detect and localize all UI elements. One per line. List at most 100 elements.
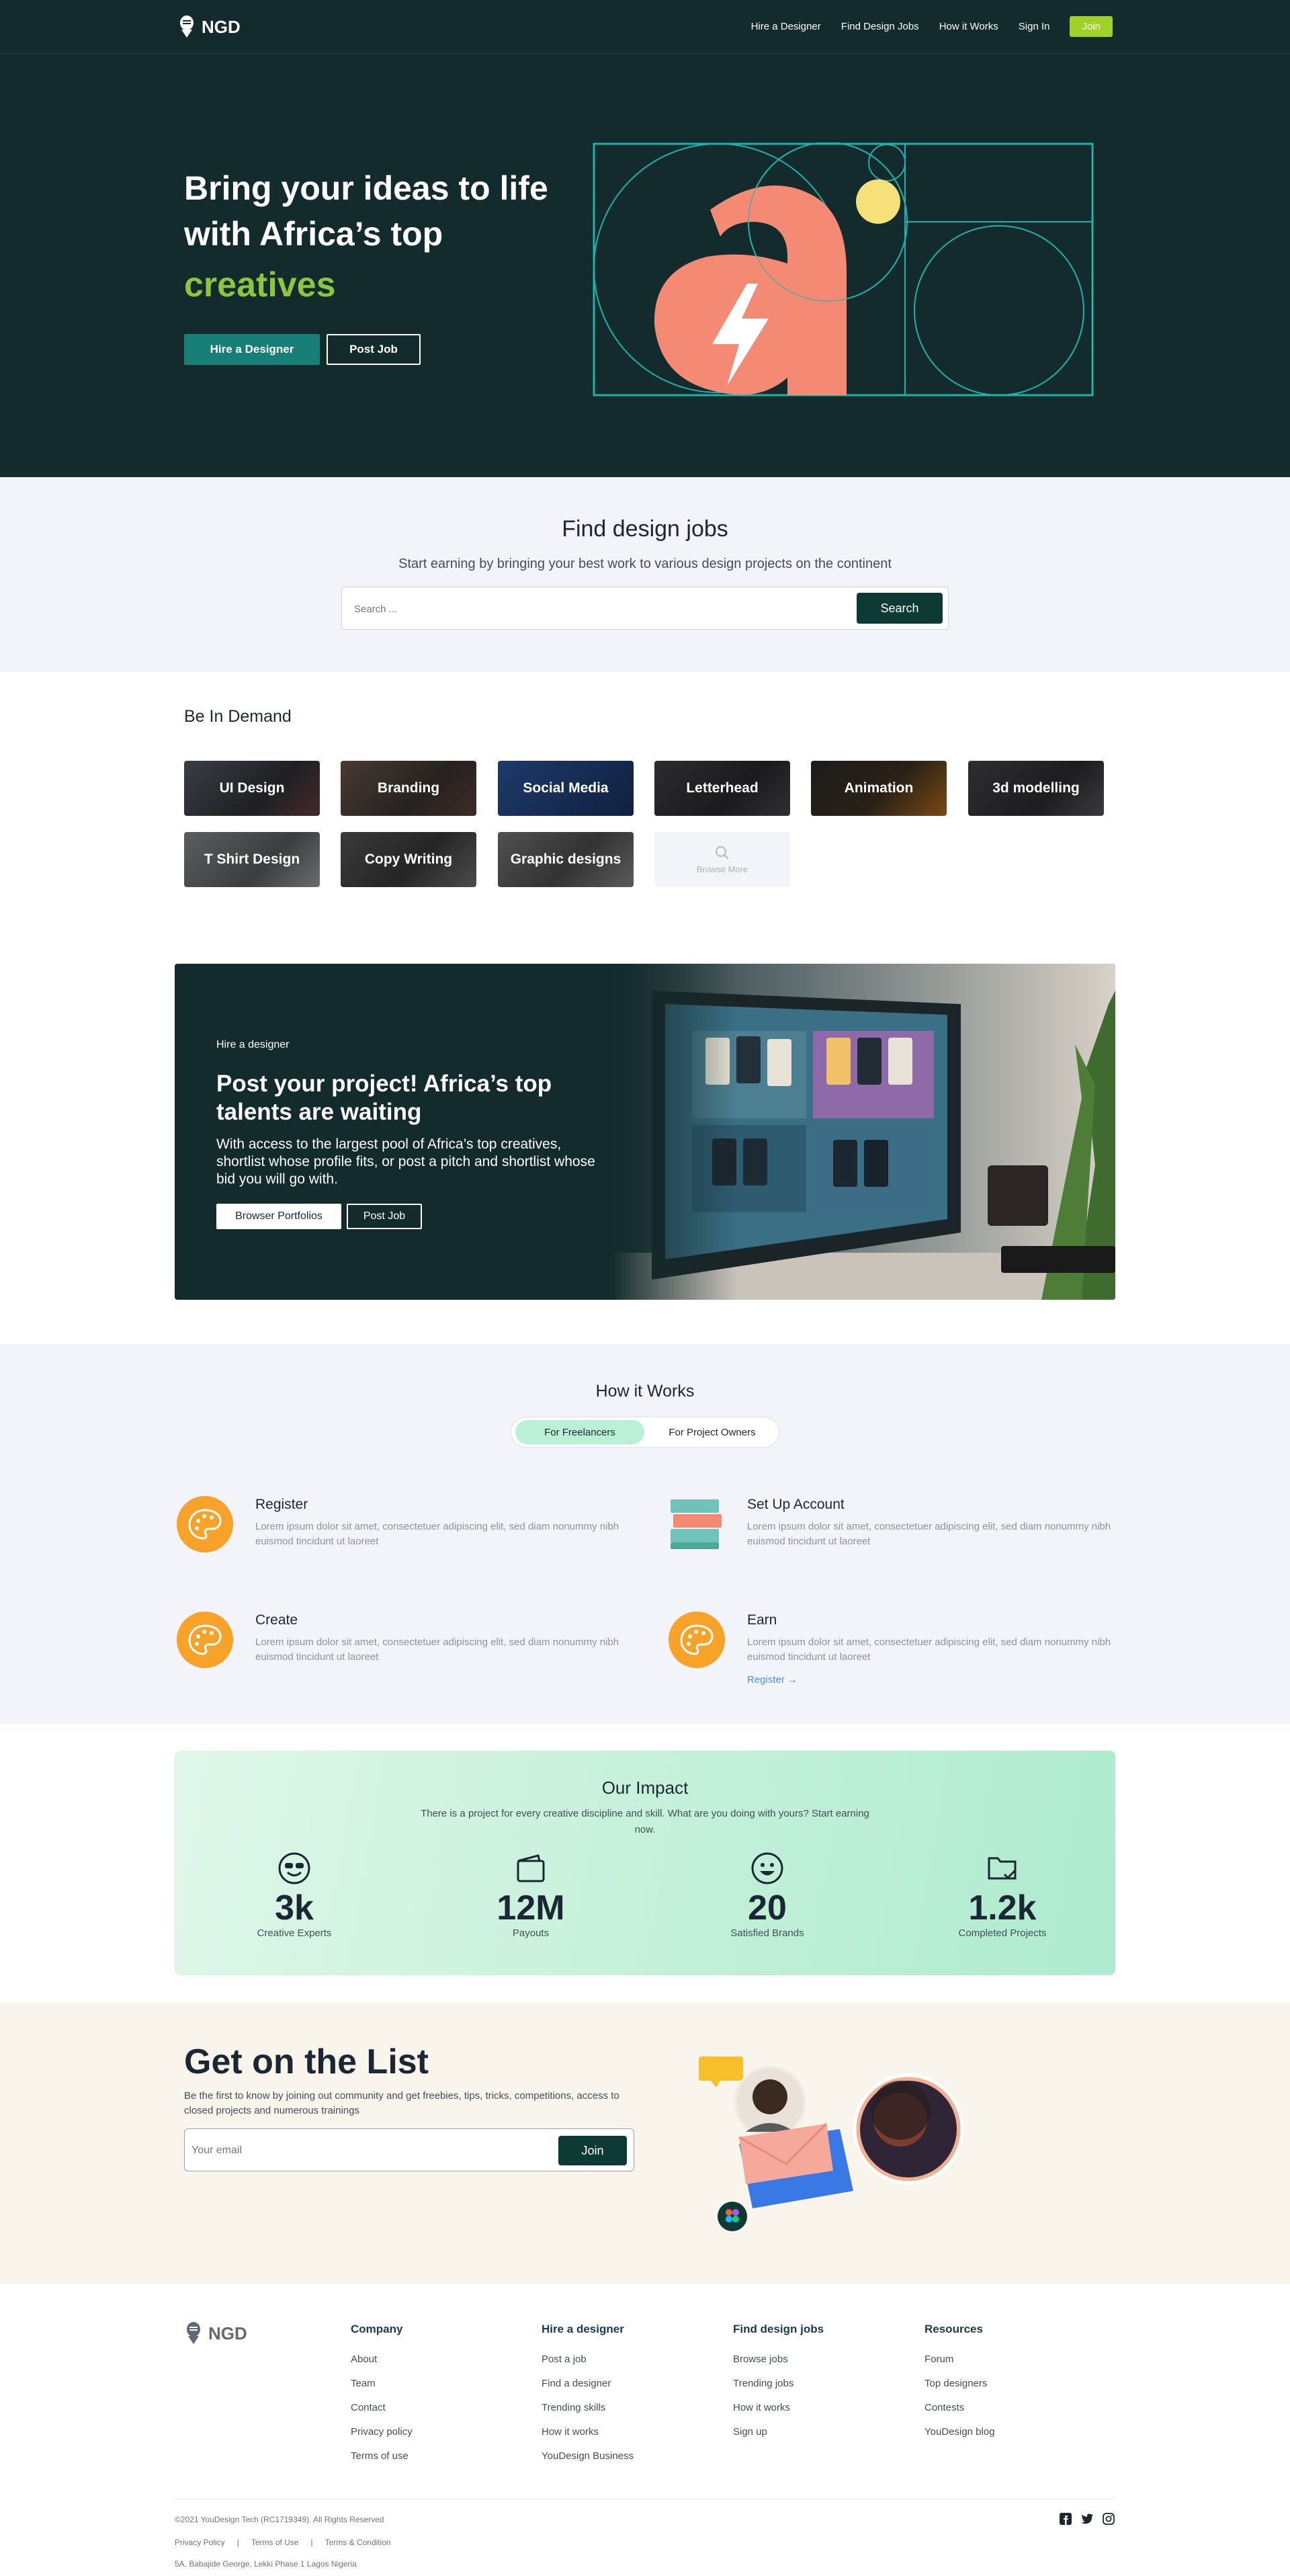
- step-title: Earn: [747, 1612, 777, 1628]
- folder-check-icon: [988, 1857, 1017, 1880]
- footer-link-how-it-works[interactable]: How it works: [542, 2426, 634, 2438]
- newsletter-join-button[interactable]: Join: [558, 2136, 627, 2165]
- instagram-icon[interactable]: [1102, 2512, 1115, 2526]
- footer-link-forum[interactable]: Forum: [924, 2354, 995, 2365]
- search-button[interactable]: Search: [857, 593, 943, 624]
- newsletter-title: Get on the List: [184, 2042, 429, 2081]
- category-3d-modelling[interactable]: 3d modelling: [968, 761, 1104, 816]
- tab-for-project-owners[interactable]: For Project Owners: [650, 1420, 775, 1444]
- footer-link-how-it-works-jobs[interactable]: How it works: [733, 2402, 824, 2413]
- step-title: Set Up Account: [747, 1497, 845, 1512]
- impact-section: Our Impact There is a project for every …: [0, 1724, 1290, 2003]
- footer-link-trending-skills[interactable]: Trending skills: [542, 2402, 634, 2413]
- nav-how-it-works[interactable]: How it Works: [939, 21, 998, 32]
- footer-link-youdesign-business[interactable]: YouDesign Business: [542, 2450, 634, 2462]
- category-animation[interactable]: Animation: [811, 761, 947, 816]
- footer-link-trending-jobs[interactable]: Trending jobs: [733, 2378, 824, 2389]
- search-box: Search: [341, 587, 949, 630]
- nav-hire-designer[interactable]: Hire a Designer: [751, 21, 821, 32]
- nav-sign-in[interactable]: Sign In: [1019, 21, 1050, 32]
- sunglasses-smiley-icon: [278, 1852, 310, 1884]
- monitor-photo: [611, 964, 1115, 1300]
- stat-label: Payouts: [512, 1927, 550, 1939]
- mic-logo-icon: [187, 2322, 200, 2344]
- palette-icon: [177, 1612, 233, 1668]
- footer-link-about[interactable]: About: [351, 2354, 413, 2365]
- footer-legal-links: Privacy Policy | Terms of Use | Terms & …: [175, 2538, 391, 2547]
- nav-find-design-jobs[interactable]: Find Design Jobs: [841, 21, 919, 32]
- facebook-icon[interactable]: [1059, 2512, 1072, 2526]
- twitter-icon[interactable]: [1080, 2512, 1094, 2526]
- step-text: Lorem ipsum dolor sit amet, consectetuer…: [255, 1521, 619, 1547]
- hire-description: With access to the largest pool of Afric…: [216, 1136, 595, 1187]
- category-social-media[interactable]: Social Media: [498, 761, 634, 816]
- stat-value: 3k: [275, 1888, 314, 1927]
- how-it-works-section: How it Works For Freelancers For Project…: [0, 1344, 1290, 1724]
- audience-toggle: For Freelancers For Project Owners: [511, 1417, 779, 1448]
- stat-label: Completed Projects: [958, 1927, 1047, 1939]
- browse-more-label: Browse More: [696, 864, 748, 874]
- footer-col-title: Resources: [924, 2323, 983, 2335]
- terms-condition-link[interactable]: Terms & Condition: [325, 2538, 391, 2547]
- demand-title: Be In Demand: [184, 707, 292, 726]
- privacy-policy-link[interactable]: Privacy Policy: [175, 2538, 225, 2547]
- category-branding[interactable]: Branding: [341, 761, 476, 816]
- hire-post-job-button[interactable]: Post Job: [347, 1204, 422, 1229]
- footer: NGD Company About Team Contact Privacy p…: [0, 2284, 1290, 2576]
- top-nav: NGD Hire a Designer Find Design Jobs How…: [0, 0, 1290, 54]
- footer-copyright: ©2021 YouDesign Tech (RC1719349). All Ri…: [175, 2515, 384, 2524]
- step-title: Register: [255, 1497, 308, 1512]
- step-text: Lorem ipsum dolor sit amet, consectetuer…: [747, 1636, 1111, 1663]
- logo[interactable]: NGD: [177, 15, 241, 39]
- footer-link-top-designers[interactable]: Top designers: [924, 2378, 995, 2389]
- footer-link-contact[interactable]: Contact: [351, 2402, 413, 2413]
- footer-link-post-job[interactable]: Post a job: [542, 2354, 634, 2365]
- search-input[interactable]: [354, 599, 824, 618]
- footer-link-blog[interactable]: YouDesign blog: [924, 2426, 995, 2438]
- email-input[interactable]: [191, 2141, 541, 2160]
- stat-label: Creative Experts: [257, 1927, 332, 1939]
- legal-separator: |: [236, 2538, 239, 2547]
- step-register: Register Lorem ipsum dolor sit amet, con…: [176, 1495, 619, 1569]
- stat-satisfied-brands: 20 Satisfied Brands: [693, 1852, 841, 1939]
- impact-card: Our Impact There is a project for every …: [175, 1751, 1115, 1975]
- footer-col-title: Find design jobs: [733, 2323, 824, 2335]
- browse-portfolios-button[interactable]: Browser Portfolios: [216, 1204, 341, 1229]
- browse-more-tile[interactable]: Browse More: [654, 832, 790, 887]
- hero-illustration: [593, 142, 1094, 397]
- tab-for-freelancers[interactable]: For Freelancers: [515, 1420, 644, 1444]
- stat-value: 20: [748, 1888, 787, 1927]
- category-ui-design[interactable]: UI Design: [184, 761, 320, 816]
- footer-link-find-designer[interactable]: Find a designer: [542, 2378, 634, 2389]
- category-graphic-designs[interactable]: Graphic designs: [498, 832, 634, 887]
- footer-address: 5A, Babajide George, Lekki Phase 1 Lagos…: [175, 2559, 357, 2569]
- footer-link-sign-up[interactable]: Sign up: [733, 2426, 824, 2438]
- hire-banner: Hire a designer Post your project! Afric…: [175, 964, 1115, 1300]
- footer-link-browse-jobs[interactable]: Browse jobs: [733, 2354, 824, 2365]
- legal-separator: |: [310, 2538, 313, 2547]
- footer-link-team[interactable]: Team: [351, 2378, 413, 2389]
- footer-link-contests[interactable]: Contests: [924, 2402, 995, 2413]
- category-t-shirt-design[interactable]: T Shirt Design: [184, 832, 320, 887]
- step-earn: Earn Lorem ipsum dolor sit amet, consect…: [668, 1611, 1111, 1692]
- stat-payouts: 12M Payouts: [457, 1852, 605, 1939]
- how-title: How it Works: [595, 1382, 695, 1401]
- newsletter-text: Be the first to know by joining out comm…: [184, 2090, 619, 2116]
- footer-link-privacy[interactable]: Privacy policy: [351, 2426, 413, 2438]
- footer-logo[interactable]: NGD: [184, 2321, 247, 2345]
- register-link[interactable]: Register →: [747, 1674, 798, 1686]
- hero-accent: creatives: [184, 265, 336, 304]
- search-icon: [715, 845, 729, 860]
- terms-of-use-link[interactable]: Terms of Use: [251, 2538, 299, 2547]
- stat-label: Satisfied Brands: [730, 1927, 804, 1939]
- footer-col-title: Company: [351, 2323, 403, 2335]
- logo-text: NGD: [202, 16, 241, 37]
- category-copy-writing[interactable]: Copy Writing: [341, 832, 476, 887]
- category-letterhead[interactable]: Letterhead: [654, 761, 790, 816]
- be-in-demand-section: Be In Demand UI Design Branding Social M…: [0, 672, 1290, 948]
- footer-link-terms[interactable]: Terms of use: [351, 2450, 413, 2462]
- palette-icon: [177, 1496, 233, 1552]
- hire-designer-button[interactable]: Hire a Designer: [184, 334, 320, 365]
- nav-join-button[interactable]: Join: [1070, 16, 1113, 37]
- post-job-button[interactable]: Post Job: [327, 334, 421, 365]
